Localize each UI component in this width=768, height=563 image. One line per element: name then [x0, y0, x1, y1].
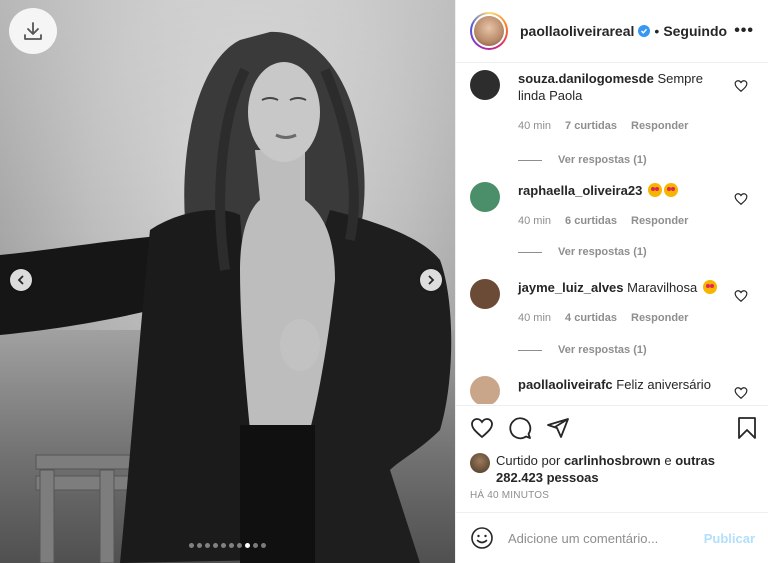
comment-time: 40 min	[518, 120, 552, 132]
comment-likes[interactable]: 6 curtidas	[565, 215, 617, 227]
carousel-dot	[221, 543, 226, 548]
carousel-dots	[0, 543, 455, 548]
comment-time: 40 min	[518, 215, 552, 227]
comment-time: 40 min	[518, 312, 552, 324]
header-separator: •	[654, 23, 660, 39]
post-header: paollaoliveirareal • Seguindo •••	[456, 0, 768, 63]
carousel-dot	[197, 543, 202, 548]
comment-reply-button[interactable]: Responder	[631, 120, 688, 132]
liked-by-conj: e	[664, 453, 672, 468]
share-send-icon[interactable]	[546, 416, 570, 440]
download-button[interactable]	[9, 8, 57, 54]
comment-input[interactable]	[508, 530, 693, 546]
download-icon	[24, 22, 42, 40]
like-comment-heart-icon[interactable]	[734, 79, 748, 93]
publish-button[interactable]: Publicar	[704, 531, 755, 546]
post-actions: Curtido por carlinhosbrown e outras 282.…	[456, 405, 768, 485]
heart-eyes-emoji-icon	[647, 183, 662, 197]
add-comment-bar: Publicar	[456, 512, 768, 563]
comment-username[interactable]: raphaella_oliveira23	[518, 183, 642, 198]
chevron-left-icon	[17, 275, 24, 285]
comment-reply-button[interactable]: Responder	[631, 312, 688, 324]
comment-avatar[interactable]	[470, 182, 500, 212]
chevron-right-icon	[428, 275, 435, 285]
view-replies-button[interactable]: Ver respostas (1)	[518, 154, 647, 166]
more-options-button[interactable]: •••	[734, 22, 754, 40]
heart-eyes-emoji-icon	[702, 280, 717, 294]
author-avatar[interactable]	[470, 12, 508, 50]
carousel-dot	[237, 543, 242, 548]
comment-meta: 40 min 4 curtidas Responder	[518, 312, 688, 324]
emoji-smiley-icon[interactable]	[470, 526, 494, 550]
comment-text: Feliz aniversário	[616, 377, 711, 392]
like-comment-heart-icon[interactable]	[734, 192, 748, 206]
comment-meta: 40 min 7 curtidas Responder	[518, 120, 688, 132]
author-username[interactable]: paollaoliveirareal	[520, 23, 634, 39]
liker-avatar[interactable]	[470, 453, 490, 473]
comment-text: Maravilhosa	[627, 280, 698, 295]
carousel-dot	[205, 543, 210, 548]
comment-avatar[interactable]	[470, 70, 500, 100]
carousel-prev-button[interactable]	[10, 269, 32, 291]
liker-username[interactable]: carlinhosbrown	[564, 453, 661, 468]
carousel-next-button[interactable]	[420, 269, 442, 291]
heart-eyes-emoji-icon	[663, 183, 678, 197]
comment-meta: 40 min 6 curtidas Responder	[518, 215, 688, 227]
verified-badge-icon	[638, 25, 651, 37]
action-bar	[470, 416, 760, 442]
carousel-dot	[261, 543, 266, 548]
like-comment-heart-icon[interactable]	[734, 386, 748, 400]
liked-by-prefix: Curtido por	[496, 453, 561, 468]
view-replies-button[interactable]: Ver respostas (1)	[518, 344, 647, 356]
following-button[interactable]: Seguindo	[663, 23, 727, 39]
comment-username[interactable]: paollaoliveirafc	[518, 377, 613, 392]
carousel-dot	[189, 543, 194, 548]
comment-avatar[interactable]	[470, 376, 500, 404]
comment-avatar[interactable]	[470, 279, 500, 309]
carousel-dot	[245, 543, 250, 548]
carousel-dot	[253, 543, 258, 548]
post-photo	[0, 31, 452, 563]
view-replies-button[interactable]: Ver respostas (1)	[518, 246, 647, 258]
comment-reply-button[interactable]: Responder	[631, 215, 688, 227]
comment-likes[interactable]: 7 curtidas	[565, 120, 617, 132]
comment-bubble-icon[interactable]	[508, 416, 532, 440]
like-comment-heart-icon[interactable]	[734, 289, 748, 303]
like-heart-icon[interactable]	[470, 416, 494, 440]
carousel-dot	[229, 543, 234, 548]
comment-username[interactable]: souza.danilogomesde	[518, 71, 654, 86]
comments-list: souza.danilogomesde Sempre linda Paola 4…	[456, 64, 768, 404]
save-bookmark-icon[interactable]	[736, 416, 758, 440]
post-sidebar: paollaoliveirareal • Seguindo ••• souza.…	[455, 0, 768, 563]
post-timestamp[interactable]: HÁ 40 MINUTOS	[470, 490, 549, 501]
carousel-dot	[213, 543, 218, 548]
comment-likes[interactable]: 4 curtidas	[565, 312, 617, 324]
comment-username[interactable]: jayme_luiz_alves	[518, 280, 624, 295]
post-media[interactable]	[0, 0, 455, 563]
